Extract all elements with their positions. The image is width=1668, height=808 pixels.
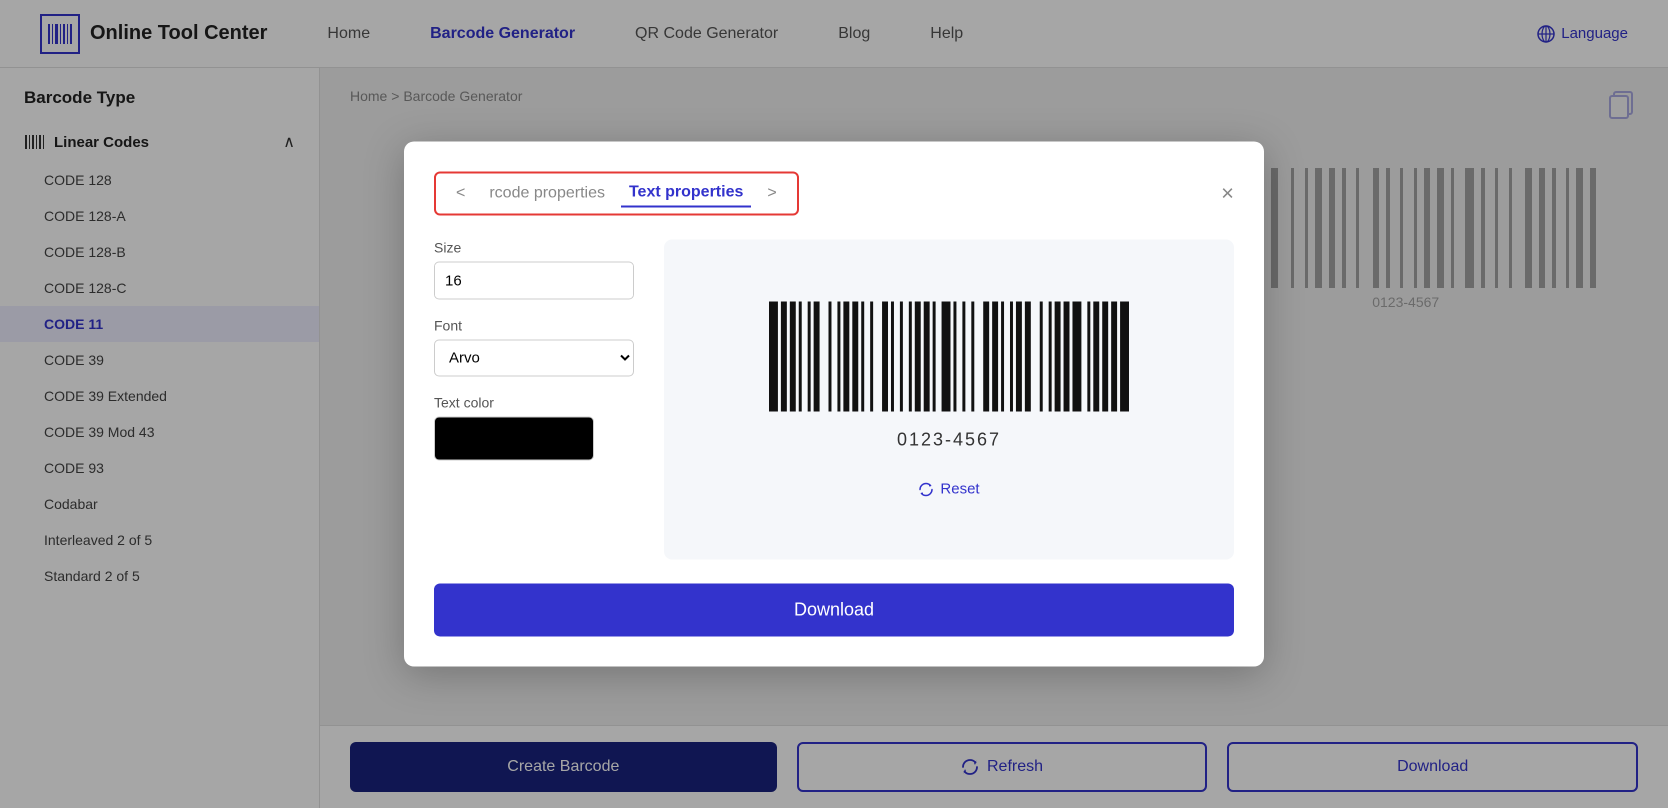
- dialog-body: Size ▲ ▼ Font Arvo Arial Courier Times N…: [434, 240, 1234, 560]
- font-form-group: Font Arvo Arial Courier Times New Roman …: [434, 318, 634, 377]
- size-label: Size: [434, 240, 634, 256]
- dialog-download-button[interactable]: Download: [434, 584, 1234, 637]
- dialog-close-button[interactable]: ×: [1221, 183, 1234, 205]
- dialog: < rcode properties Text properties > × S…: [404, 142, 1264, 667]
- dialog-tab-prev-arrow[interactable]: <: [448, 181, 473, 207]
- color-swatch[interactable]: [434, 417, 594, 461]
- font-select[interactable]: Arvo Arial Courier Times New Roman Verda…: [434, 340, 634, 377]
- reset-icon: [918, 481, 934, 497]
- text-color-label: Text color: [434, 395, 634, 411]
- size-input[interactable]: [435, 264, 634, 297]
- reset-label: Reset: [940, 481, 979, 498]
- font-label: Font: [434, 318, 634, 334]
- dialog-tabs: < rcode properties Text properties >: [434, 172, 799, 216]
- dialog-header: < rcode properties Text properties > ×: [434, 172, 1234, 216]
- text-color-form-group: Text color: [434, 395, 634, 461]
- barcode-value-label: 0123-4567: [897, 430, 1001, 451]
- barcode-preview: 0123-4567: [759, 302, 1139, 451]
- reset-button[interactable]: Reset: [918, 481, 979, 498]
- size-form-group: Size ▲ ▼: [434, 240, 634, 300]
- dialog-barcode-preview: 0123-4567 Reset: [664, 240, 1234, 560]
- dialog-tab-next-arrow[interactable]: >: [759, 181, 784, 207]
- dialog-footer: Download: [434, 584, 1234, 637]
- dialog-tab-barcode-props[interactable]: rcode properties: [481, 181, 613, 207]
- size-input-row: ▲ ▼: [434, 262, 634, 300]
- dialog-form: Size ▲ ▼ Font Arvo Arial Courier Times N…: [434, 240, 634, 560]
- dialog-tab-text-props[interactable]: Text properties: [621, 180, 751, 208]
- barcode-svg: [759, 302, 1139, 422]
